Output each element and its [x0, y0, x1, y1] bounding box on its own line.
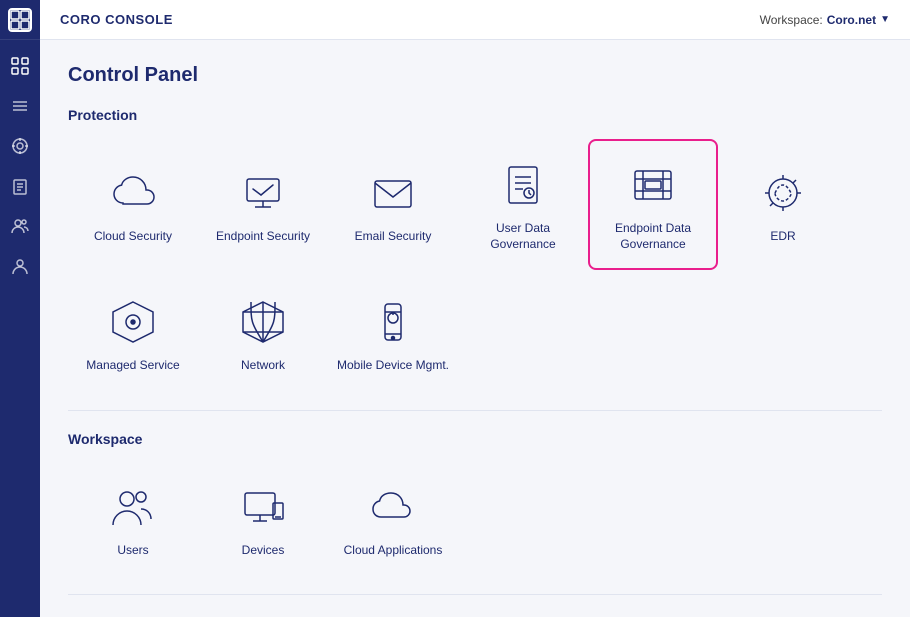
protection-row-1: Cloud Security Endpoint Security: [68, 139, 882, 270]
app-title: CORO CONSOLE: [60, 12, 173, 27]
workspace-row-1: Users Devices: [68, 463, 882, 575]
protection-section: Protection Cloud Security: [68, 107, 882, 390]
workspace-section: Workspace Users: [68, 431, 882, 617]
user-data-governance-label: User Data Governance: [466, 221, 580, 252]
mobile-device-mgmt-icon: [365, 294, 421, 350]
tile-users[interactable]: Users: [68, 463, 198, 575]
endpoint-data-governance-label: Endpoint Data Governance: [598, 221, 708, 252]
cloud-applications-icon: [365, 479, 421, 535]
email-security-icon: [365, 165, 421, 221]
mobile-device-mgmt-label: Mobile Device Mgmt.: [337, 358, 449, 374]
cloud-applications-label: Cloud Applications: [344, 543, 443, 559]
sidebar-nav: [0, 40, 40, 284]
tile-edr[interactable]: EDR: [718, 139, 848, 270]
workspace-name: Coro.net: [827, 13, 876, 27]
sidebar: [0, 0, 40, 617]
header: CORO CONSOLE Workspace: Coro.net ▼: [40, 0, 910, 40]
sidebar-item-person[interactable]: [2, 248, 38, 284]
logo-icon: [8, 8, 32, 32]
user-data-governance-icon: [495, 157, 551, 213]
sidebar-item-dashboard[interactable]: [2, 48, 38, 84]
email-security-label: Email Security: [355, 229, 432, 245]
sidebar-item-clipboard[interactable]: [2, 168, 38, 204]
endpoint-security-icon: [235, 165, 291, 221]
tile-devices[interactable]: Devices: [198, 463, 328, 575]
managed-service-icon: [105, 294, 161, 350]
workspace-section-title: Workspace: [68, 431, 882, 447]
workspace-label: Workspace:: [760, 13, 823, 27]
tile-mobile-device-mgmt[interactable]: Mobile Device Mgmt.: [328, 278, 458, 390]
devices-icon: [235, 479, 291, 535]
endpoint-data-governance-icon: [625, 157, 681, 213]
main-area: CORO CONSOLE Workspace: Coro.net ▼ Contr…: [40, 0, 910, 617]
chevron-down-icon: ▼: [880, 14, 890, 25]
cloud-security-icon: [105, 165, 161, 221]
edr-label: EDR: [770, 229, 795, 245]
tile-managed-service[interactable]: Managed Service: [68, 278, 198, 390]
sidebar-item-list[interactable]: [2, 88, 38, 124]
network-label: Network: [241, 358, 285, 374]
tile-email-security[interactable]: Email Security: [328, 139, 458, 270]
protection-row-2: Managed Service Network: [68, 278, 882, 390]
managed-service-label: Managed Service: [86, 358, 179, 374]
edr-icon: [755, 165, 811, 221]
sidebar-item-target[interactable]: [2, 128, 38, 164]
page-title: Control Panel: [68, 64, 882, 87]
tile-user-data-governance[interactable]: User Data Governance: [458, 139, 588, 270]
tile-endpoint-security[interactable]: Endpoint Security: [198, 139, 328, 270]
network-icon: [235, 294, 291, 350]
sidebar-logo: [0, 0, 40, 40]
section-divider-1: [68, 410, 882, 411]
tile-cloud-applications[interactable]: Cloud Applications: [328, 463, 458, 575]
tile-cloud-security[interactable]: Cloud Security: [68, 139, 198, 270]
users-icon: [105, 479, 161, 535]
workspace-selector[interactable]: Workspace: Coro.net ▼: [760, 13, 890, 27]
content-area: Control Panel Protection Cloud Security: [40, 40, 910, 617]
section-divider-2: [68, 594, 882, 595]
endpoint-security-label: Endpoint Security: [216, 229, 310, 245]
devices-label: Devices: [242, 543, 285, 559]
tile-endpoint-data-governance[interactable]: Endpoint Data Governance: [588, 139, 718, 270]
protection-section-title: Protection: [68, 107, 882, 123]
cloud-security-label: Cloud Security: [94, 229, 172, 245]
tile-network[interactable]: Network: [198, 278, 328, 390]
users-label: Users: [117, 543, 148, 559]
sidebar-item-people[interactable]: [2, 208, 38, 244]
